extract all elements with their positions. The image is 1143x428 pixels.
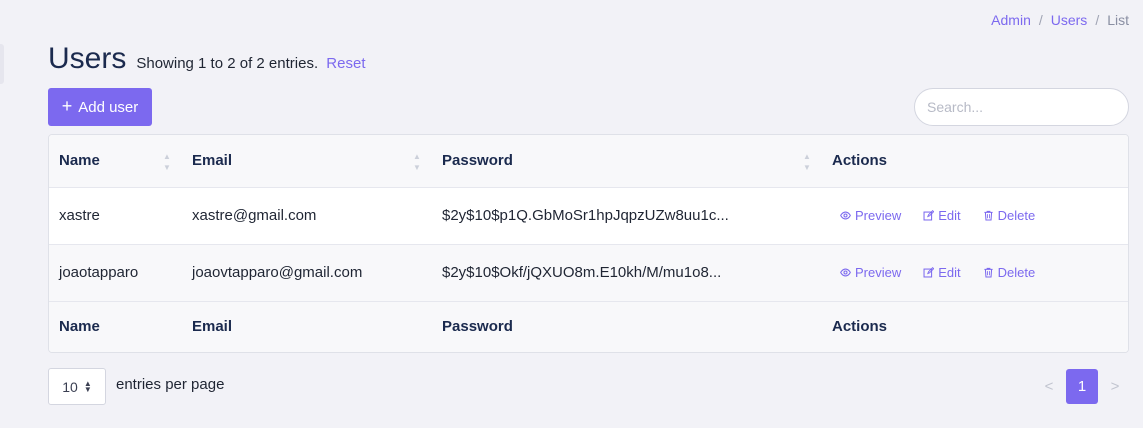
sort-icon[interactable]: ▲ ▼ <box>802 152 812 172</box>
column-header-email[interactable]: Email ▲ ▼ <box>182 135 432 188</box>
entries-summary-text: Showing 1 to 2 of 2 entries. <box>136 55 319 72</box>
cell-password: $2y$10$Okf/jQXUO8m.E10kh/M/mu1o8... <box>432 244 822 302</box>
column-header-password-label: Password <box>442 152 513 170</box>
pagination: < 1 > <box>1040 369 1124 404</box>
edit-label: Edit <box>938 265 961 280</box>
page-title: Users <box>48 42 127 75</box>
delete-label: Delete <box>997 265 1036 280</box>
breadcrumb-separator: / <box>1095 12 1100 28</box>
edit-label: Edit <box>938 208 961 223</box>
page-header: Users Showing 1 to 2 of 2 entries. Reset <box>48 42 365 76</box>
plus-icon: + <box>61 96 73 116</box>
eye-icon <box>840 211 851 220</box>
page-button-current[interactable]: 1 <box>1066 369 1098 404</box>
breadcrumb-users[interactable]: Users <box>1051 12 1088 28</box>
edit-button[interactable]: Edit <box>923 265 961 280</box>
breadcrumb: Admin / Users / List <box>991 12 1129 28</box>
prev-page-button[interactable]: < <box>1040 378 1058 395</box>
footer-name: Name <box>49 300 182 352</box>
column-header-email-label: Email <box>192 152 233 170</box>
edit-icon <box>923 210 935 221</box>
delete-label: Delete <box>997 208 1036 223</box>
edit-button[interactable]: Edit <box>923 208 961 223</box>
column-header-name-label: Name <box>59 152 100 170</box>
cell-email: joaovtapparo@gmail.com <box>182 244 432 302</box>
breadcrumb-current: List <box>1107 12 1129 28</box>
reset-link[interactable]: Reset <box>326 55 365 72</box>
select-arrows-icon: ▲ ▼ <box>83 378 92 394</box>
sort-icon[interactable]: ▲ ▼ <box>412 152 422 172</box>
footer-password: Password <box>432 300 822 352</box>
table-row: xastre xastre@gmail.com $2y$10$p1Q.GbMoS… <box>49 187 1128 245</box>
per-page-select[interactable]: 10 ▲ ▼ <box>48 368 106 405</box>
users-table: Name ▲ ▼ Email ▲ ▼ Password ▲ ▼ Actions xas… <box>48 134 1129 353</box>
table-header-row: Name ▲ ▼ Email ▲ ▼ Password ▲ ▼ Actions <box>49 135 1128 188</box>
footer-actions: Actions <box>822 300 1128 352</box>
preview-button[interactable]: Preview <box>840 265 901 280</box>
column-header-actions-label: Actions <box>832 152 888 170</box>
sidebar-edge[interactable] <box>0 44 4 84</box>
next-page-button[interactable]: > <box>1106 378 1124 395</box>
cell-name: xastre <box>49 187 182 245</box>
column-header-name[interactable]: Name ▲ ▼ <box>49 135 182 188</box>
footer-email: Email <box>182 300 432 352</box>
delete-button[interactable]: Delete <box>983 208 1036 223</box>
add-user-button[interactable]: + Add user <box>48 88 152 126</box>
table-footer-row: Name Email Password Actions <box>49 300 1128 352</box>
column-header-actions: Actions <box>822 135 1128 188</box>
per-page-value: 10 <box>62 378 78 395</box>
sort-icon[interactable]: ▲ ▼ <box>162 152 172 172</box>
entries-summary: Showing 1 to 2 of 2 entries. Reset <box>136 55 365 72</box>
trash-icon <box>984 267 993 278</box>
table-row: joaotapparo joaovtapparo@gmail.com $2y$1… <box>49 244 1128 302</box>
search-input[interactable] <box>914 88 1129 126</box>
cell-name: joaotapparo <box>49 244 182 302</box>
add-user-label: Add user <box>78 98 139 116</box>
edit-icon <box>923 267 935 278</box>
eye-icon <box>840 268 851 277</box>
per-page-label: entries per page <box>116 376 225 393</box>
cell-actions: Preview Edit Delete <box>822 187 1128 245</box>
cell-email: xastre@gmail.com <box>182 187 432 245</box>
breadcrumb-separator: / <box>1038 12 1043 28</box>
breadcrumb-admin[interactable]: Admin <box>991 12 1031 28</box>
delete-button[interactable]: Delete <box>983 265 1036 280</box>
preview-label: Preview <box>855 265 902 280</box>
cell-password: $2y$10$p1Q.GbMoSr1hpJqpzUZw8uu1c... <box>432 187 822 245</box>
trash-icon <box>984 210 993 221</box>
column-header-password[interactable]: Password ▲ ▼ <box>432 135 822 188</box>
preview-button[interactable]: Preview <box>840 208 901 223</box>
cell-actions: Preview Edit Delete <box>822 244 1128 302</box>
preview-label: Preview <box>855 208 902 223</box>
